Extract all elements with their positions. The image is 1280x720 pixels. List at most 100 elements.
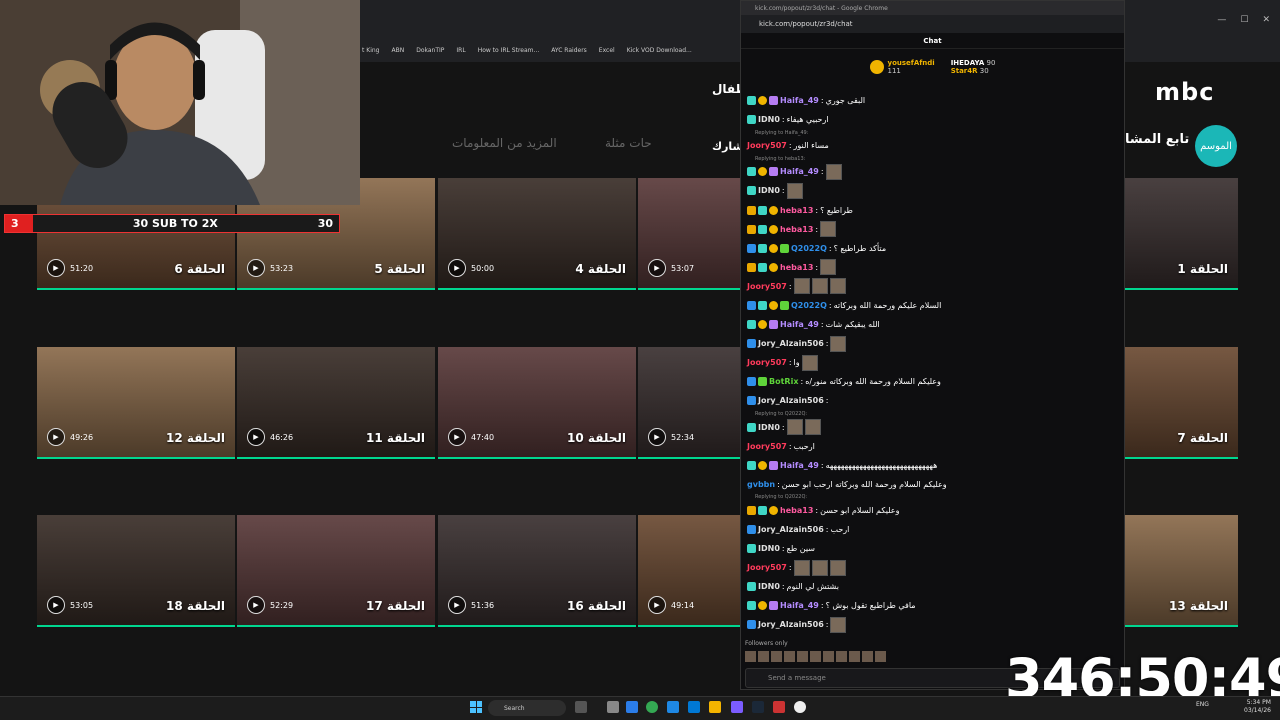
play-icon[interactable]: ▶ — [247, 596, 265, 614]
play-icon[interactable]: ▶ — [448, 428, 466, 446]
vip-crown-icon[interactable] — [747, 262, 756, 272]
green-badge-icon[interactable] — [780, 300, 789, 310]
chat-username[interactable]: Joory507 — [747, 358, 787, 367]
moderator-badge-icon[interactable] — [747, 396, 756, 406]
subscriber-badge-icon[interactable] — [747, 96, 756, 106]
episode-card[interactable]: ▶ 47:40 الحلقة 10 — [438, 347, 636, 459]
vip-crown-icon[interactable] — [747, 224, 756, 234]
play-icon[interactable]: ▶ — [648, 259, 666, 277]
subscriber-badge-icon[interactable] — [758, 243, 767, 253]
moderator-badge-icon[interactable] — [747, 377, 756, 387]
tab-share[interactable]: شارك — [712, 140, 743, 153]
tab-more-info[interactable]: المزيد من المعلومات — [452, 136, 557, 150]
reply-context[interactable]: Replying to heba13: — [747, 155, 1117, 162]
moderator-badge-icon[interactable] — [747, 620, 756, 630]
episode-card[interactable]: ▶ 50:00 الحلقة 4 — [438, 178, 636, 290]
emote-icon[interactable] — [745, 651, 756, 662]
level-badge-icon[interactable] — [769, 300, 778, 310]
maximize-icon[interactable]: ☐ — [1240, 15, 1248, 25]
chat-username[interactable]: gvbbn — [747, 480, 775, 489]
start-icon[interactable] — [470, 701, 482, 713]
gift-badge-icon[interactable] — [769, 460, 778, 470]
chat-username[interactable]: heba13 — [780, 225, 813, 234]
play-icon[interactable]: ▶ — [648, 596, 666, 614]
green-badge-icon[interactable] — [780, 243, 789, 253]
app-icon[interactable] — [607, 701, 619, 713]
chat-username[interactable]: heba13 — [780, 263, 813, 272]
emote-icon[interactable] — [836, 651, 847, 662]
reply-context[interactable]: Replying to Q2022Q: — [747, 494, 1117, 501]
chat-username[interactable]: heba13 — [780, 206, 813, 215]
emote-icon[interactable] — [771, 651, 782, 662]
window-controls[interactable]: — ☐ ✕ — [1125, 0, 1280, 40]
bookmark-item[interactable]: Excel — [599, 47, 615, 54]
moderator-badge-icon[interactable] — [747, 243, 756, 253]
subscriber-badge-icon[interactable] — [747, 167, 756, 177]
bookmark-item[interactable]: IRL — [456, 47, 465, 54]
chat-username[interactable]: IDN0 — [758, 582, 780, 591]
bookmark-item[interactable]: DokanTIP — [416, 47, 444, 54]
emote-icon[interactable] — [829, 559, 846, 576]
subscriber-badge-icon[interactable] — [747, 544, 756, 554]
tab-similar[interactable]: حات مثلة — [605, 136, 652, 150]
season-badge[interactable]: الموسم — [1195, 125, 1237, 167]
level-badge-icon[interactable] — [758, 320, 767, 330]
chat-username[interactable]: IDN0 — [758, 423, 780, 432]
subscriber-badge-icon[interactable] — [747, 601, 756, 611]
vip-crown-icon[interactable] — [747, 205, 756, 215]
chat-username[interactable]: Q2022Q — [791, 301, 827, 310]
episode-card[interactable]: ▶ 51:36 الحلقة 16 — [438, 515, 636, 627]
subscriber-badge-icon[interactable] — [747, 115, 756, 125]
folder-icon[interactable] — [709, 701, 721, 713]
emote-icon[interactable] — [786, 182, 803, 199]
chat-username[interactable]: BotRix — [769, 377, 798, 386]
episode-card[interactable]: ▶ 53:05 الحلقة 18 — [37, 515, 235, 627]
play-icon[interactable]: ▶ — [47, 259, 65, 277]
level-badge-icon[interactable] — [769, 205, 778, 215]
steam-icon[interactable] — [752, 701, 764, 713]
emote-icon[interactable] — [793, 278, 810, 295]
chat-username[interactable]: Joory507 — [747, 442, 787, 451]
emote-icon[interactable] — [758, 651, 769, 662]
taskbar-clock[interactable]: 5:34 PM 03/14/26 — [1244, 699, 1271, 715]
chat-username[interactable]: Jory_Alzain506 — [758, 339, 824, 348]
bookmark-item[interactable]: Kick VOD Download... — [627, 47, 692, 54]
emote-icon[interactable] — [862, 651, 873, 662]
level-badge-icon[interactable] — [758, 601, 767, 611]
bookmark-item[interactable]: How to IRL Stream... — [478, 47, 540, 54]
gift-badge-icon[interactable] — [769, 167, 778, 177]
vip-crown-icon[interactable] — [747, 505, 756, 515]
chat-username[interactable]: Jory_Alzain506 — [758, 620, 824, 629]
moderator-badge-icon[interactable] — [747, 339, 756, 349]
subscriber-badge-icon[interactable] — [747, 186, 756, 196]
level-badge-icon[interactable] — [769, 505, 778, 515]
emote-icon[interactable] — [801, 354, 818, 371]
episode-card[interactable]: ▶ 52:29 الحلقة 17 — [237, 515, 435, 627]
chat-username[interactable]: Q2022Q — [791, 244, 827, 253]
level-badge-icon[interactable] — [769, 224, 778, 234]
emote-icon[interactable] — [811, 559, 828, 576]
chat-username[interactable]: IDN0 — [758, 544, 780, 553]
subscriber-badge-icon[interactable] — [747, 460, 756, 470]
emote-icon[interactable] — [784, 651, 795, 662]
chat-username[interactable]: Haifa_49 — [780, 601, 819, 610]
subscriber-badge-icon[interactable] — [758, 300, 767, 310]
tray-lang[interactable]: ENG — [1196, 701, 1209, 708]
app-icon[interactable] — [773, 701, 785, 713]
level-badge-icon[interactable] — [758, 460, 767, 470]
gift-badge-icon[interactable] — [769, 96, 778, 106]
bookmark-item[interactable]: AYC Raiders — [551, 47, 587, 54]
play-icon[interactable]: ▶ — [247, 428, 265, 446]
task-view-icon[interactable] — [575, 701, 587, 713]
level-badge-icon[interactable] — [769, 262, 778, 272]
app-icon[interactable] — [688, 701, 700, 713]
minimize-icon[interactable]: — — [1217, 15, 1226, 25]
emote-icon[interactable] — [786, 419, 803, 436]
moderator-badge-icon[interactable] — [747, 300, 756, 310]
close-icon[interactable]: ✕ — [1262, 15, 1270, 25]
play-icon[interactable]: ▶ — [47, 428, 65, 446]
play-icon[interactable]: ▶ — [247, 259, 265, 277]
episode-card[interactable]: ▶ 46:26 الحلقة 11 — [237, 347, 435, 459]
bookmark-item[interactable]: t King — [362, 47, 379, 54]
chat-username[interactable]: Joory507 — [747, 282, 787, 291]
